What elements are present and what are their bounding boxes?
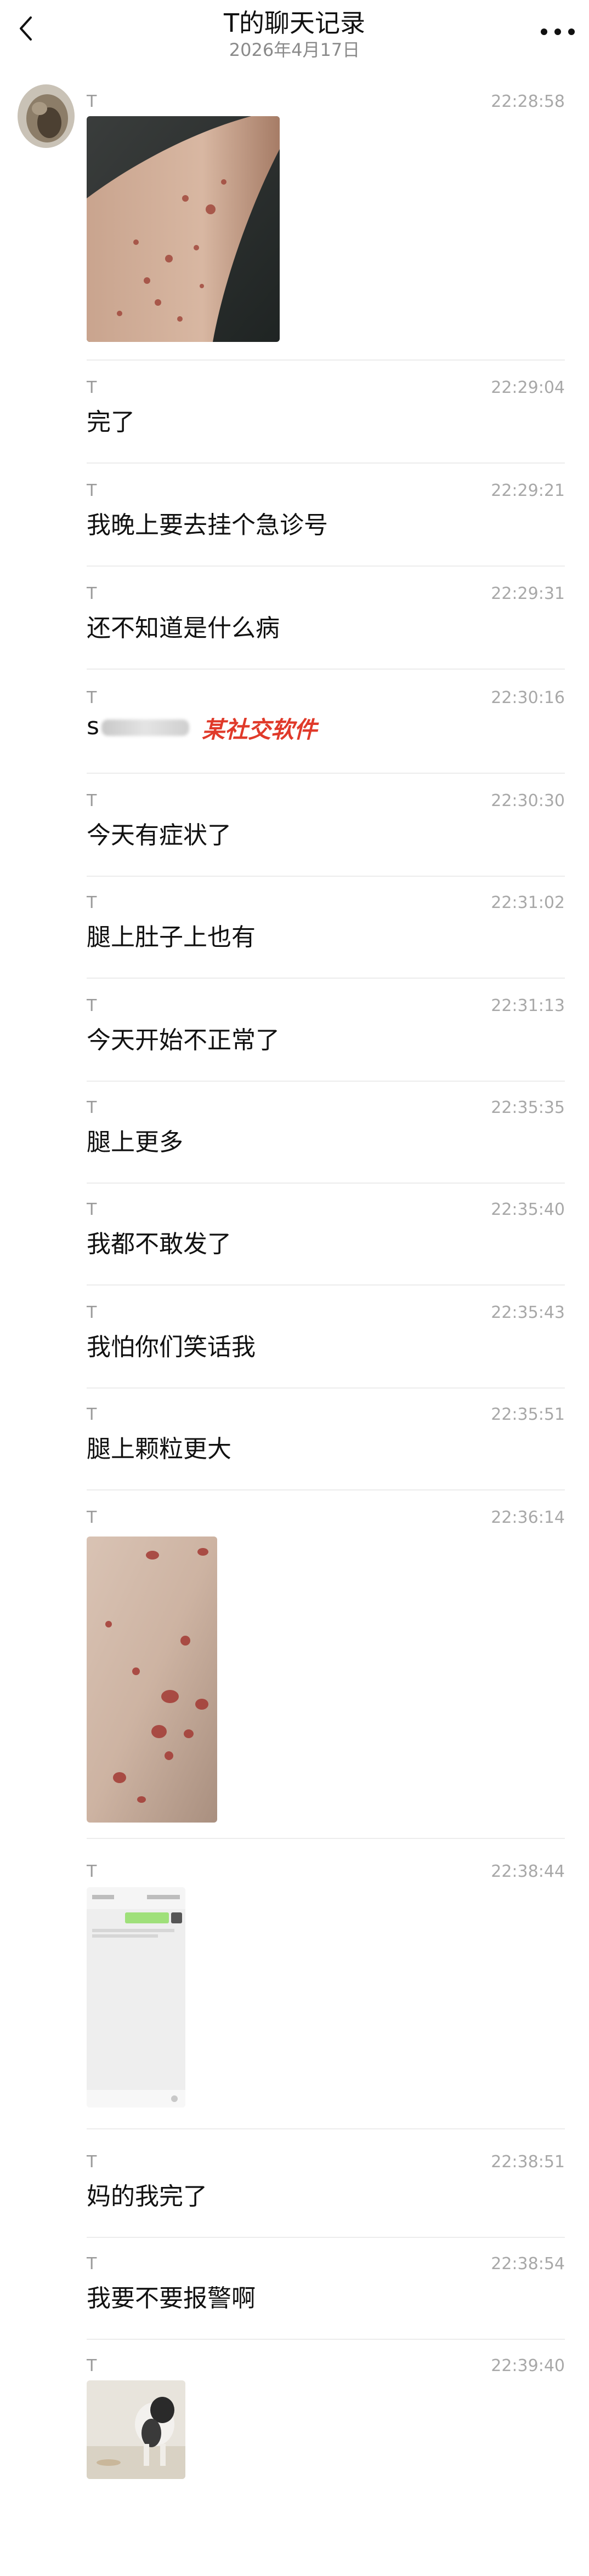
- message-sender: T: [87, 1098, 97, 1117]
- message-item: T 22:35:43 我怕你们笑话我: [87, 1303, 565, 1389]
- message-sender: T: [87, 893, 97, 912]
- message-sender: T: [87, 688, 97, 707]
- message-text: 完了: [87, 408, 135, 436]
- arm-rash-photo[interactable]: [87, 116, 280, 342]
- message-item: T 22:35:40 我都不敢发了: [87, 1200, 565, 1286]
- message-item: T 22:30:16 s 某社交软件: [87, 688, 565, 774]
- chat-screenshot[interactable]: [87, 1887, 185, 2107]
- leg-rash-photo[interactable]: [87, 1537, 217, 1823]
- message-item: T 22:39:40: [87, 2356, 565, 2488]
- message-time: 22:38:51: [491, 2152, 565, 2172]
- message-sender: T: [87, 1200, 97, 1219]
- message-item: T 22:29:31 还不知道是什么病: [87, 584, 565, 670]
- message-text: s 某社交软件: [87, 712, 317, 743]
- message-item: T 22:35:51 腿上颗粒更大: [87, 1405, 565, 1490]
- message-text: 我晚上要去挂个急诊号: [87, 511, 328, 539]
- message-time: 22:31:13: [491, 996, 565, 1015]
- message-item: T 22:29:04 完了: [87, 378, 565, 464]
- message-sender: T: [87, 481, 97, 500]
- message-text: 我都不敢发了: [87, 1230, 231, 1258]
- chat-history-header: T的聊天记录 2026年4月17日: [0, 0, 589, 66]
- message-time: 22:35:43: [491, 1303, 565, 1322]
- message-time: 22:28:58: [491, 92, 565, 111]
- message-text: 腿上肚子上也有: [87, 923, 256, 951]
- message-time: 22:31:02: [491, 893, 565, 912]
- message-sender: T: [87, 791, 97, 810]
- message-time: 22:35:35: [491, 1098, 565, 1117]
- message-text: 今天开始不正常了: [87, 1026, 280, 1054]
- message-item: T 22:29:21 我晚上要去挂个急诊号: [87, 481, 565, 567]
- message-sender: T: [87, 2152, 97, 2172]
- message-time: 22:38:44: [491, 1862, 565, 1881]
- message-time: 22:29:04: [491, 378, 565, 397]
- message-item: T 22:38:51 妈的我完了: [87, 2152, 565, 2238]
- message-item: T 22:38:54 我要不要报警啊: [87, 2254, 565, 2340]
- message-item: T 22:31:13 今天开始不正常了: [87, 996, 565, 1082]
- page-title: T的聊天记录: [223, 8, 366, 38]
- message-item: T 22:36:14: [87, 1508, 565, 1839]
- message-time: 22:29:31: [491, 584, 565, 603]
- watermark-label: 某社交软件: [202, 716, 318, 743]
- message-time: 22:39:40: [491, 2356, 565, 2375]
- message-time: 22:36:14: [491, 1508, 565, 1527]
- more-dots-icon: [541, 28, 547, 35]
- chat-date: 2026年4月17日: [229, 39, 360, 60]
- message-sender: T: [87, 92, 97, 111]
- message-time: 22:30:16: [491, 688, 565, 707]
- message-item: T 22:35:35 腿上更多: [87, 1098, 565, 1184]
- message-sender: T: [87, 2254, 97, 2274]
- message-sender: T: [87, 378, 97, 397]
- message-sender: T: [87, 2356, 97, 2375]
- message-sender: T: [87, 584, 97, 603]
- message-sender: T: [87, 996, 97, 1015]
- message-text: 妈的我完了: [87, 2183, 207, 2211]
- avatar[interactable]: [13, 72, 83, 155]
- message-text: 我要不要报警啊: [87, 2284, 256, 2312]
- message-sender: T: [87, 1303, 97, 1322]
- message-text: 腿上颗粒更大: [87, 1435, 231, 1463]
- message-sender: T: [87, 1508, 97, 1527]
- message-time: 22:38:54: [491, 2254, 565, 2274]
- message-text: 今天有症状了: [87, 821, 231, 849]
- message-text: 腿上更多: [87, 1128, 183, 1156]
- message-item: T 22:28:58: [87, 92, 565, 361]
- message-text: 还不知道是什么病: [87, 614, 280, 642]
- message-time: 22:30:30: [491, 791, 565, 810]
- avatar-image: [13, 72, 83, 155]
- message-sender: T: [87, 1405, 97, 1424]
- more-button[interactable]: [539, 16, 577, 44]
- message-text: 我怕你们笑话我: [87, 1333, 256, 1361]
- message-text-visible: s: [87, 712, 99, 740]
- message-item: T 22:38:44: [87, 1862, 565, 2129]
- blurred-text: [101, 719, 189, 736]
- message-item: T 22:31:02 腿上肚子上也有: [87, 893, 565, 979]
- dog-photo[interactable]: [87, 2380, 185, 2479]
- message-time: 22:35:40: [491, 1200, 565, 1219]
- message-time: 22:29:21: [491, 481, 565, 500]
- message-item: T 22:30:30 今天有症状了: [87, 791, 565, 877]
- message-time: 22:35:51: [491, 1405, 565, 1424]
- message-sender: T: [87, 1862, 97, 1881]
